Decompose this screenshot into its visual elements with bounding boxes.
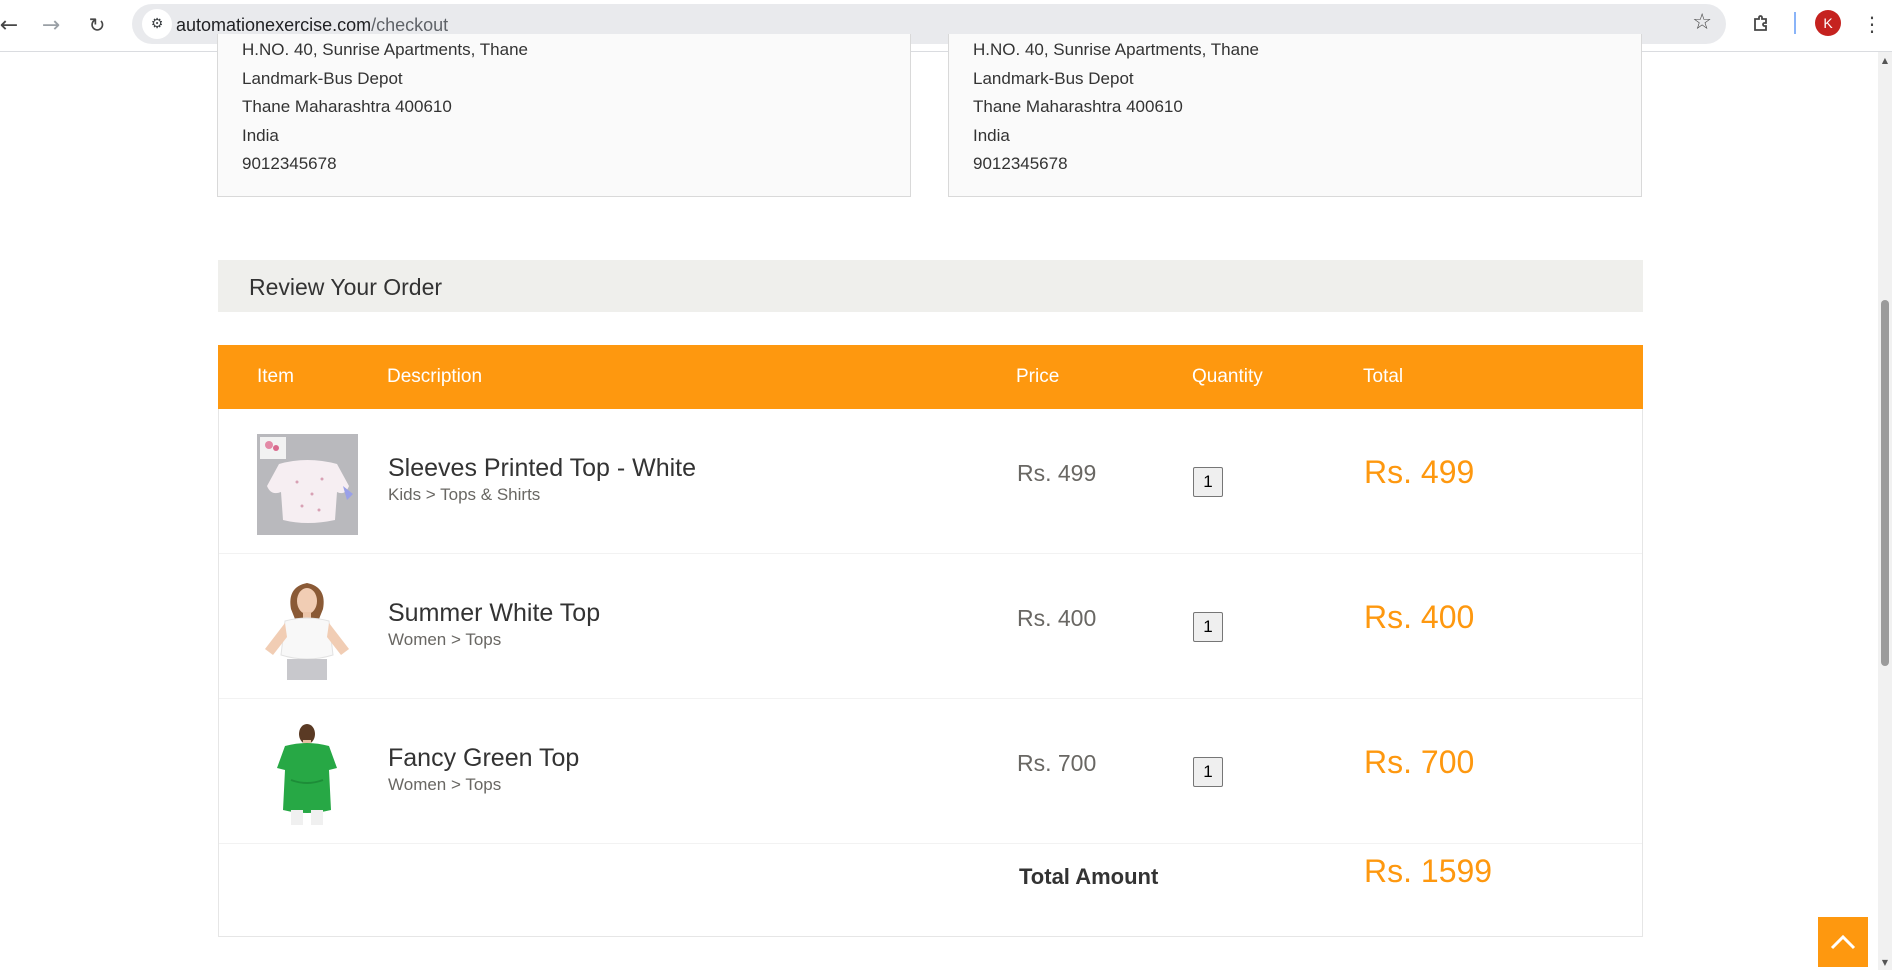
- product-category: Women > Tops: [388, 775, 502, 794]
- row-total: Rs. 499: [1364, 454, 1475, 490]
- url-text[interactable]: automationexercise.com/checkout: [176, 15, 448, 36]
- column-header-description: Description: [387, 366, 483, 387]
- profile-avatar[interactable]: K: [1815, 10, 1841, 36]
- product-name[interactable]: Summer White Top: [388, 599, 600, 628]
- product-price: Rs. 400: [1017, 605, 1097, 631]
- total-amount-value: Rs. 1599: [1364, 853, 1493, 889]
- page-scrollbar[interactable]: ▲ ▼: [1878, 52, 1892, 970]
- address-line: Thane Maharashtra 400610: [973, 97, 1183, 116]
- product-category: Women > Tops: [388, 630, 502, 649]
- address-line: H.NO. 40, Sunrise Apartments, Thane: [973, 40, 1259, 59]
- table-row: Summer White Top Women > Tops Rs. 400 1 …: [219, 554, 1642, 699]
- product-category: Kids > Tops & Shirts: [388, 485, 541, 504]
- address-line: Landmark-Bus Depot: [242, 69, 403, 88]
- total-amount-label: Total Amount: [1019, 864, 1159, 889]
- quantity-box[interactable]: 1: [1193, 467, 1223, 497]
- table-row: Sleeves Printed Top - White Kids > Tops …: [219, 409, 1642, 554]
- url-path: /checkout: [371, 15, 449, 35]
- reload-icon[interactable]: ↻: [82, 10, 112, 40]
- product-image[interactable]: [257, 579, 358, 680]
- address-line: H.NO. 40, Sunrise Apartments, Thane: [242, 40, 528, 59]
- quantity-box[interactable]: 1: [1193, 612, 1223, 642]
- product-name[interactable]: Fancy Green Top: [388, 744, 579, 773]
- product-price: Rs. 700: [1017, 750, 1097, 776]
- address-phone: 9012345678: [973, 154, 1068, 173]
- delivery-address-box: H.NO. 40, Sunrise Apartments, Thane Land…: [217, 34, 911, 197]
- bookmark-star-icon[interactable]: ☆: [1692, 10, 1712, 35]
- address-country: India: [973, 126, 1010, 145]
- column-header-total: Total: [1363, 366, 1404, 387]
- forward-arrow-icon[interactable]: →: [36, 10, 66, 40]
- toolbar-separator: [1794, 12, 1796, 34]
- order-table: Item Description Price Quantity Total Sl…: [218, 345, 1643, 937]
- url-host: automationexercise.com: [176, 15, 372, 35]
- chevron-up-icon: [1830, 934, 1856, 950]
- row-total: Rs. 700: [1364, 744, 1475, 780]
- column-header-quantity: Quantity: [1192, 366, 1263, 387]
- site-info-icon[interactable]: ⚙: [142, 9, 172, 39]
- review-order-heading: Review Your Order: [218, 260, 1643, 312]
- scrollbar-thumb[interactable]: [1881, 300, 1889, 666]
- product-name[interactable]: Sleeves Printed Top - White: [388, 454, 696, 483]
- back-arrow-icon[interactable]: ←: [0, 10, 24, 40]
- column-header-item: Item: [257, 366, 294, 387]
- address-line: Landmark-Bus Depot: [973, 69, 1134, 88]
- extensions-icon[interactable]: [1748, 10, 1776, 38]
- column-header-price: Price: [1016, 366, 1060, 387]
- product-image[interactable]: [257, 434, 358, 535]
- puzzle-icon: [1754, 15, 1767, 31]
- quantity-box[interactable]: 1: [1193, 757, 1223, 787]
- billing-address-box: H.NO. 40, Sunrise Apartments, Thane Land…: [948, 34, 1642, 197]
- product-price: Rs. 499: [1017, 460, 1097, 486]
- table-row: Fancy Green Top Women > Tops Rs. 700 1 R…: [219, 699, 1642, 844]
- row-total: Rs. 400: [1364, 599, 1475, 635]
- address-line: Thane Maharashtra 400610: [242, 97, 452, 116]
- scroll-to-top-button[interactable]: [1818, 917, 1868, 967]
- review-order-title: Review Your Order: [249, 274, 443, 300]
- scroll-down-arrow-icon[interactable]: ▼: [1878, 956, 1892, 968]
- address-phone: 9012345678: [242, 154, 337, 173]
- address-country: India: [242, 126, 279, 145]
- scroll-up-arrow-icon[interactable]: ▲: [1878, 54, 1892, 66]
- table-header: Item Description Price Quantity Total: [218, 345, 1643, 409]
- more-menu-icon[interactable]: ⋮: [1862, 9, 1882, 39]
- product-image[interactable]: [257, 724, 358, 825]
